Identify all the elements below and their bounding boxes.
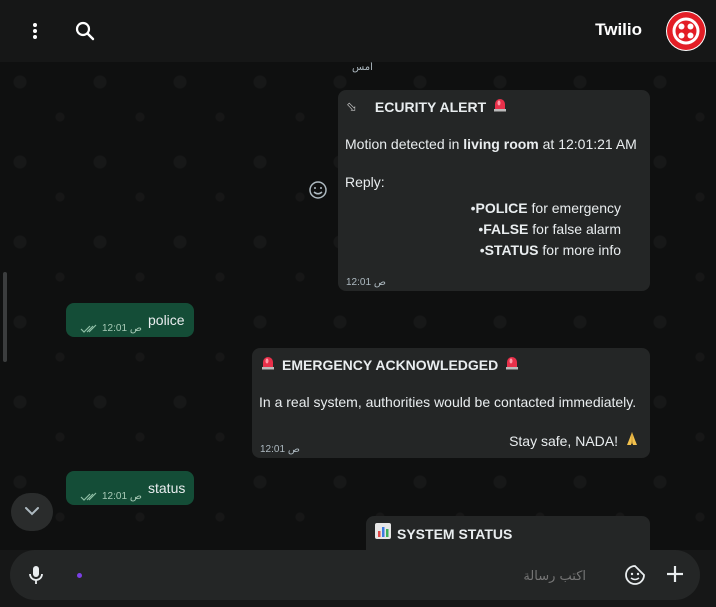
emergency-message[interactable]: EMERGENCY ACKNOWLEDGED In a real system,… [252,348,650,458]
option-status: •STATUS for more info [479,242,621,258]
scroll-down-button[interactable] [11,493,53,531]
message-time: 12:01 ص [102,491,142,502]
outgoing-message[interactable]: 12:01 ص police [66,303,194,337]
siren-icon [260,354,276,375]
mic-icon[interactable] [28,565,44,590]
chevron-down-icon [24,503,40,521]
date-label: أمس [352,62,373,73]
system-status-title: SYSTEM STATUS [397,525,513,542]
reply-options: •POLICE for emergency •FALSE for false a… [471,198,621,261]
security-alert-message[interactable]: ⬂ ECURITY ALERT Motion detected in livin… [338,90,650,291]
message-input[interactable] [100,560,588,592]
chat-header: Twilio [0,0,716,62]
option-police: •POLICE for emergency [470,200,621,216]
read-ticks-icon [80,487,98,507]
emergency-body: In a real system, authorities would be c… [259,394,637,410]
message-list[interactable]: أمس ⬂ ECURITY ALERT Motion detected in l… [0,62,716,550]
system-status-message[interactable]: SYSTEM STATUS [366,516,650,550]
message-text: police [148,312,185,328]
twilio-logo[interactable] [666,11,706,51]
alert-line: Motion detected in living room at 12:01:… [345,136,637,152]
message-composer [10,550,700,600]
emergency-title: EMERGENCY ACKNOWLEDGED [282,356,499,373]
read-ticks-icon [80,319,98,339]
outgoing-message[interactable]: 12:01 ص status [66,471,194,505]
siren-icon: ⬂ [346,98,357,114]
closing-text: Stay safe, NADA! [509,433,618,449]
sticker-icon[interactable] [624,564,646,591]
message-text: status [148,480,186,496]
contact-name[interactable]: Twilio [595,20,642,40]
plus-icon[interactable] [666,565,684,588]
search-icon[interactable] [72,18,98,44]
more-icon[interactable] [22,18,48,44]
message-time: 12:01 ص [346,277,386,288]
siren-icon [504,354,520,375]
message-time: 12:01 ص [260,444,300,455]
scrollbar[interactable] [3,272,7,362]
pray-icon [624,430,640,452]
chart-icon [374,522,392,545]
siren-icon [492,96,508,117]
option-false: •FALSE for false alarm [478,221,621,237]
reply-label: Reply: [345,174,385,190]
alert-title: ECURITY ALERT [374,98,487,115]
typing-indicator [77,573,82,578]
message-time: 12:01 ص [102,323,142,334]
emoji-icon[interactable] [308,180,328,205]
